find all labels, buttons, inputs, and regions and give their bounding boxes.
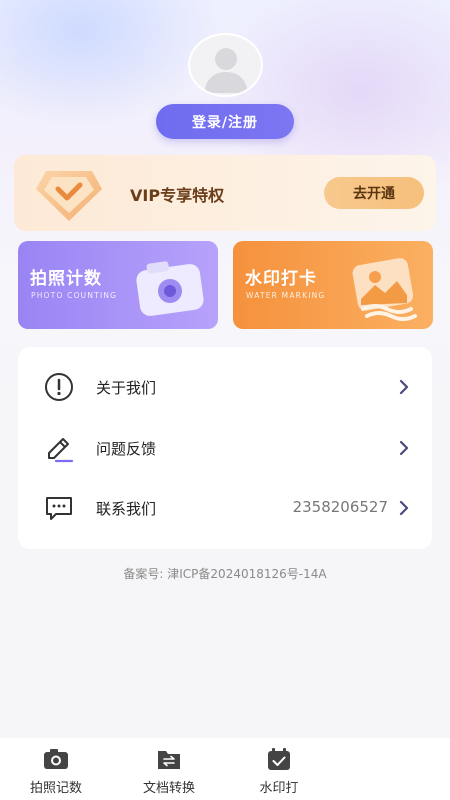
chat-icon (46, 497, 72, 520)
chevron-right-icon (399, 379, 409, 395)
tab-label: 拍照记数 (29, 781, 82, 796)
menu-item-label: 联系我们 (96, 500, 157, 518)
menu-item-about[interactable]: 关于我们 (18, 357, 432, 417)
icp-record-text: 备案号: 津ICP备2024018126号-14A (123, 567, 327, 581)
tab-document-convert[interactable]: 文档转换 (114, 738, 224, 800)
edit-icon (48, 438, 74, 463)
chevron-right-icon (399, 500, 409, 516)
menu-item-contact[interactable]: 联系我们 2358206527 (18, 478, 432, 538)
tab-bar-fade-overlay (290, 738, 450, 800)
tab-photo-counting[interactable]: 拍照记数 (1, 738, 111, 800)
avatar[interactable] (188, 33, 263, 97)
user-silhouette-icon (203, 48, 248, 93)
photo-counting-subtitle: PHOTO COUNTING (31, 291, 118, 300)
folder-convert-icon (158, 751, 180, 769)
water-marking-subtitle: WATER MARKING (246, 291, 326, 300)
water-marking-card[interactable]: 水印打卡 WATER MARKING (233, 241, 433, 329)
login-register-button[interactable]: 登录/注册 (156, 104, 294, 139)
contact-qq-number: 2358206527 (292, 498, 388, 516)
picture-illustration-icon (352, 258, 417, 321)
menu-item-label: 问题反馈 (96, 440, 157, 458)
menu-item-label: 关于我们 (96, 379, 157, 397)
photo-counting-card[interactable]: 拍照计数 PHOTO COUNTING (18, 241, 218, 329)
calendar-check-icon (268, 748, 290, 770)
tab-label: 文档转换 (142, 781, 195, 796)
camera-icon (44, 749, 68, 769)
chevron-right-icon (399, 440, 409, 456)
vip-title: VIP专享特权 (130, 186, 225, 205)
info-icon (45, 373, 73, 401)
photo-counting-title: 拍照计数 (30, 269, 102, 289)
water-marking-title: 水印打卡 (245, 269, 317, 289)
camera-illustration-icon (136, 261, 204, 316)
settings-menu: 关于我们 问题反馈 联系我们 2358206527 (18, 347, 432, 549)
vip-activate-button[interactable]: 去开通 (324, 177, 424, 209)
vip-badge-icon (36, 171, 102, 221)
menu-item-feedback[interactable]: 问题反馈 (18, 418, 432, 478)
vip-card[interactable]: VIP专享特权 去开通 (14, 155, 436, 231)
